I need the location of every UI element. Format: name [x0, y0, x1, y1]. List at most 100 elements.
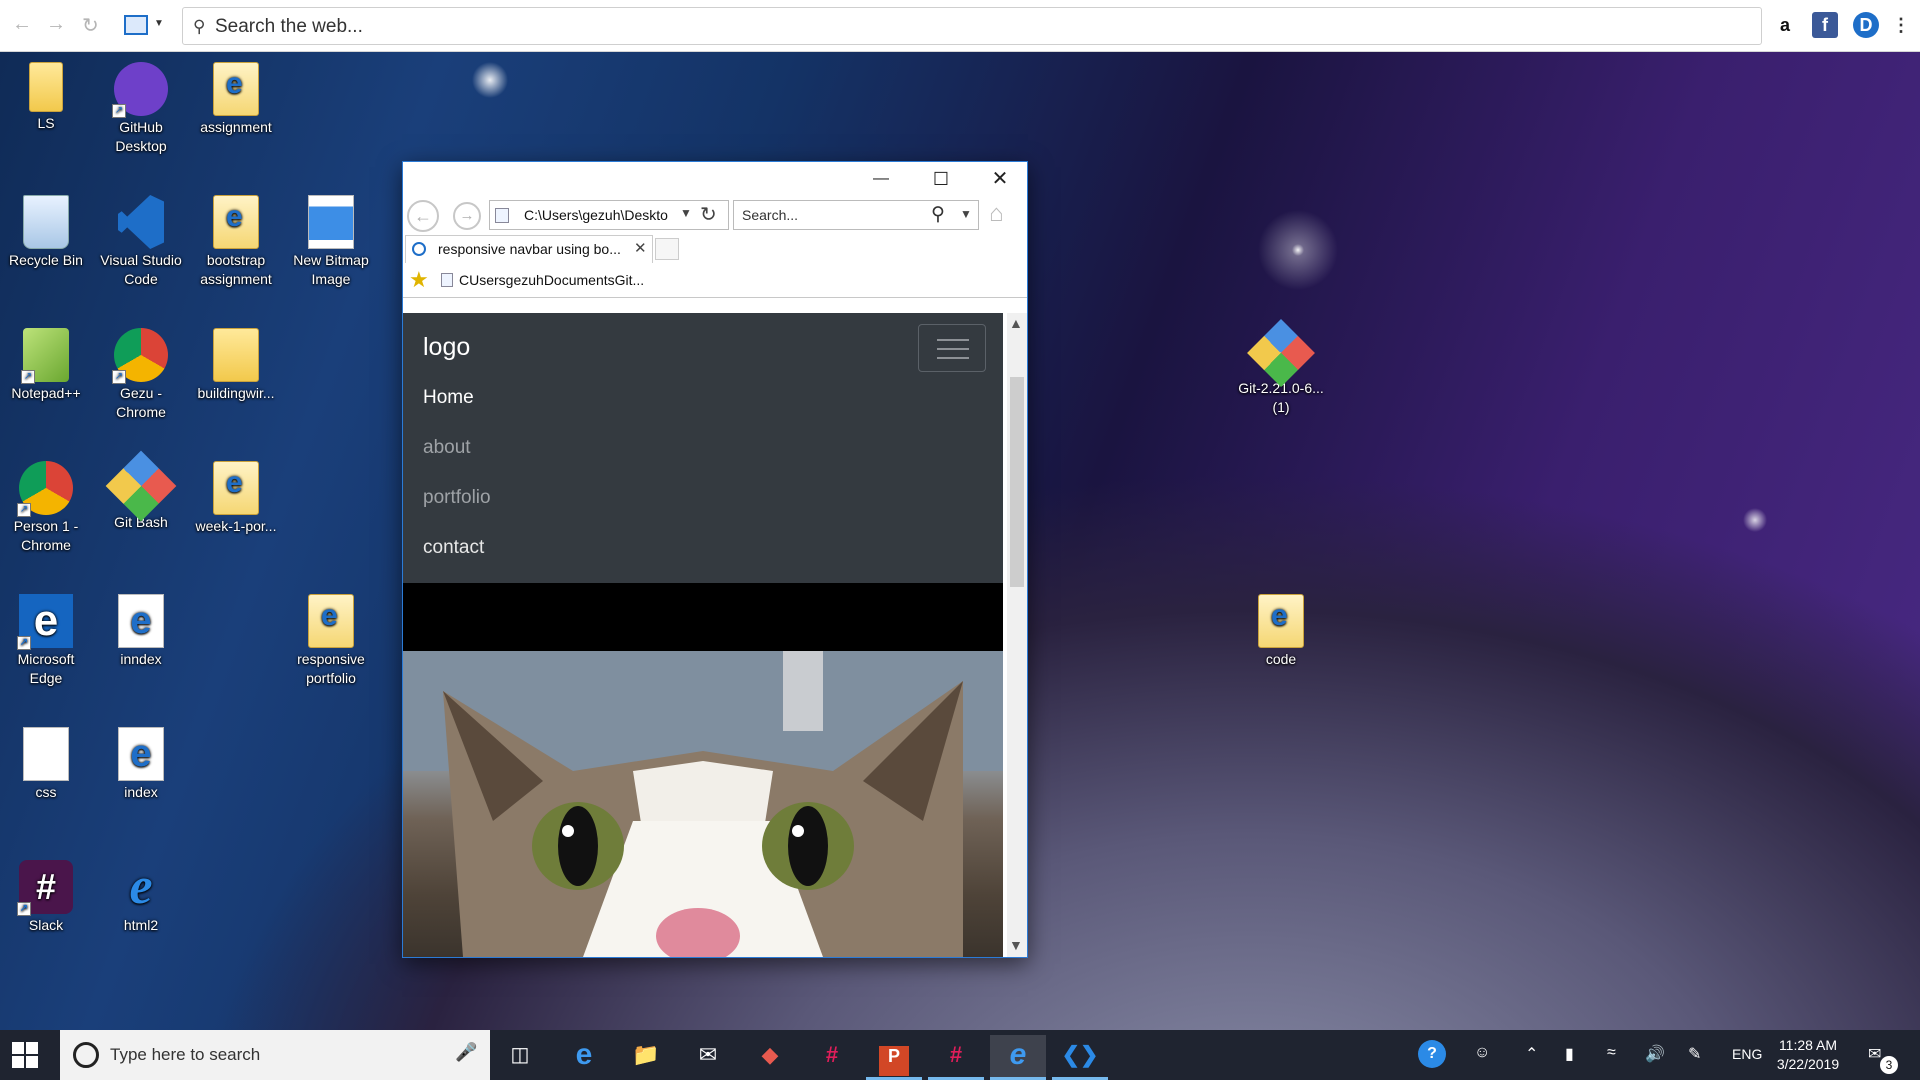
desktop-icon-assignment[interactable]: assignment: [190, 62, 282, 137]
address-bar[interactable]: C:\Users\gezuh\Deskto ▼ ↻: [489, 200, 729, 230]
navbar-toggler-button[interactable]: [918, 324, 986, 372]
desktop-icon-label: Slack: [28, 917, 64, 933]
desktop-icon-ls[interactable]: LS: [0, 62, 92, 133]
close-icon[interactable]: ✕: [977, 164, 1023, 194]
desktop-icon-new-bitmap-image[interactable]: New Bitmap Image: [285, 195, 377, 289]
desktop-icon-vscode[interactable]: Visual Studio Code: [95, 195, 187, 289]
desktop-icon-label: html2: [123, 917, 159, 933]
desktop-icon-git-bash[interactable]: Git Bash: [95, 450, 187, 532]
search-dropdown-icon[interactable]: ▼: [960, 207, 972, 221]
back-arrow-icon[interactable]: ←: [12, 13, 32, 36]
navbar-brand[interactable]: logo: [423, 333, 470, 362]
refresh-icon[interactable]: ↻: [700, 202, 717, 227]
powerpoint-icon[interactable]: P: [866, 1035, 922, 1080]
search-icon[interactable]: ⚲: [931, 203, 945, 226]
internet-explorer-icon: e: [129, 858, 153, 915]
nav-link-about[interactable]: about: [423, 437, 471, 459]
cat-photo: [403, 651, 1003, 957]
battery-icon[interactable]: ▮: [1565, 1044, 1574, 1064]
facebook-extension-icon[interactable]: f: [1812, 12, 1838, 38]
desktop-icon-index[interactable]: e index: [95, 727, 187, 802]
internet-explorer-taskbar-icon[interactable]: e: [990, 1035, 1046, 1080]
tab-view-dropdown-icon[interactable]: ▼: [154, 18, 164, 29]
start-button[interactable]: [12, 1042, 38, 1068]
git-taskbar-icon[interactable]: ◆: [742, 1035, 798, 1080]
home-icon[interactable]: ⌂: [989, 200, 1004, 228]
ie-search-box[interactable]: Search... ⚲ ▼: [733, 200, 979, 230]
pen-icon[interactable]: ✎: [1688, 1044, 1701, 1064]
back-button-icon[interactable]: ←: [407, 200, 439, 232]
help-icon[interactable]: ?: [1418, 1040, 1446, 1068]
desktop-icon-microsoft-edge[interactable]: e ↗ Microsoft Edge: [0, 594, 92, 688]
desktop-icon-buildingwir[interactable]: buildingwir...: [190, 328, 282, 403]
scrollbar-thumb[interactable]: [1010, 377, 1024, 587]
people-icon[interactable]: ☺: [1474, 1044, 1490, 1062]
profile-extension-icon[interactable]: D: [1853, 12, 1879, 38]
volume-icon[interactable]: 🔊: [1645, 1044, 1665, 1064]
vertical-scrollbar[interactable]: ▲ ▼: [1007, 313, 1027, 957]
windows-taskbar: Type here to search 🎤 ◫ e 📁 ✉ ◆ # P # e …: [0, 1030, 1920, 1080]
reload-icon[interactable]: ↻: [82, 13, 99, 38]
microphone-icon[interactable]: 🎤: [455, 1042, 477, 1063]
show-hidden-icons-icon[interactable]: ⌃: [1525, 1044, 1538, 1064]
taskbar-search-box[interactable]: Type here to search 🎤: [60, 1030, 490, 1080]
desktop-icon-recycle-bin[interactable]: Recycle Bin: [0, 195, 92, 270]
desktop-icon-label: Microsoft Edge: [17, 651, 75, 686]
taskbar-search-placeholder: Type here to search: [110, 1045, 261, 1064]
desktop-icon-git-installer[interactable]: Git-2.21.0-6... (1): [1235, 319, 1327, 417]
desktop-icon-inndex[interactable]: e inndex: [95, 594, 187, 669]
address-text: C:\Users\gezuh\Deskto: [524, 207, 668, 223]
mail-icon[interactable]: ✉: [680, 1035, 736, 1080]
web-search-bar[interactable]: ⚲ Search the web...: [182, 7, 1762, 45]
new-tab-button[interactable]: [655, 238, 679, 260]
nav-link-contact[interactable]: contact: [423, 537, 484, 559]
desktop-icon-label: Notepad++: [11, 385, 81, 401]
more-menu-icon[interactable]: ⋮: [1888, 12, 1914, 38]
scroll-down-icon[interactable]: ▼: [1009, 937, 1023, 953]
desktop-icon-person1-chrome[interactable]: ↗ Person 1 - Chrome: [0, 461, 92, 555]
desktop-icon-gezu-chrome[interactable]: ↗ Gezu - Chrome: [95, 328, 187, 422]
nav-link-home[interactable]: Home: [423, 387, 474, 409]
address-dropdown-icon[interactable]: ▼: [680, 206, 692, 220]
desktop-icon-slack[interactable]: # ↗ Slack: [0, 860, 92, 935]
task-view-icon[interactable]: ◫: [492, 1035, 548, 1080]
forward-button-icon[interactable]: →: [453, 202, 481, 230]
desktop-icon-label: Visual Studio Code: [100, 252, 182, 287]
amazon-extension-icon[interactable]: a: [1772, 12, 1798, 38]
edge-taskbar-icon[interactable]: e: [556, 1035, 612, 1080]
favorites-star-icon[interactable]: ★: [409, 267, 429, 293]
maximize-icon[interactable]: ☐: [918, 164, 964, 194]
file-explorer-icon[interactable]: 📁: [618, 1035, 674, 1080]
vscode-taskbar-icon[interactable]: ❮❯: [1052, 1035, 1108, 1080]
desktop-icon-notepad-plus-plus[interactable]: ↗ Notepad++: [0, 328, 92, 403]
clock-time: 11:28 AM: [1778, 1037, 1838, 1053]
desktop-icon-github-desktop[interactable]: ↗ GitHub Desktop: [95, 62, 187, 156]
ie-search-placeholder: Search...: [742, 207, 799, 223]
desktop-icon-week-1-por[interactable]: week-1-por...: [190, 461, 282, 536]
chrome-icon: ↗: [112, 328, 168, 384]
slack-taskbar-icon[interactable]: #: [804, 1035, 860, 1080]
tab-view-icon[interactable]: [124, 15, 148, 35]
tab-close-icon[interactable]: ✕: [634, 239, 647, 257]
slack-taskbar-icon-2[interactable]: #: [928, 1035, 984, 1080]
desktop-icon-css[interactable]: css: [0, 727, 92, 802]
nav-link-portfolio[interactable]: portfolio: [423, 487, 491, 509]
forward-arrow-icon[interactable]: →: [46, 13, 66, 36]
notification-center-icon[interactable]: ✉: [1868, 1044, 1881, 1064]
desktop-icon-responsive-portfolio[interactable]: responsive portfolio: [285, 594, 377, 688]
wifi-icon[interactable]: ≈: [1607, 1044, 1616, 1062]
desktop-icon-bootstrap-assignment[interactable]: bootstrap assignment: [190, 195, 282, 289]
window-titlebar[interactable]: — ☐ ✕: [403, 162, 1027, 196]
page-icon: [495, 208, 509, 223]
language-indicator[interactable]: ENG: [1732, 1046, 1762, 1062]
desktop-icon-code[interactable]: code: [1235, 594, 1327, 669]
site-navbar: logo Home about portfolio contact: [403, 313, 1003, 583]
desktop-icon-label: css: [35, 784, 57, 800]
favorite-link[interactable]: CUsersgezuhDocumentsGit...: [459, 272, 644, 288]
minimize-icon[interactable]: —: [858, 164, 904, 194]
system-clock[interactable]: 11:28 AM 3/22/2019: [1772, 1036, 1844, 1074]
desktop-icon-html2[interactable]: e html2: [95, 860, 187, 935]
scroll-up-icon[interactable]: ▲: [1009, 315, 1023, 331]
desktop-icon-label: week-1-por...: [195, 518, 277, 534]
browser-tab[interactable]: responsive navbar using bo... ✕: [405, 235, 653, 263]
